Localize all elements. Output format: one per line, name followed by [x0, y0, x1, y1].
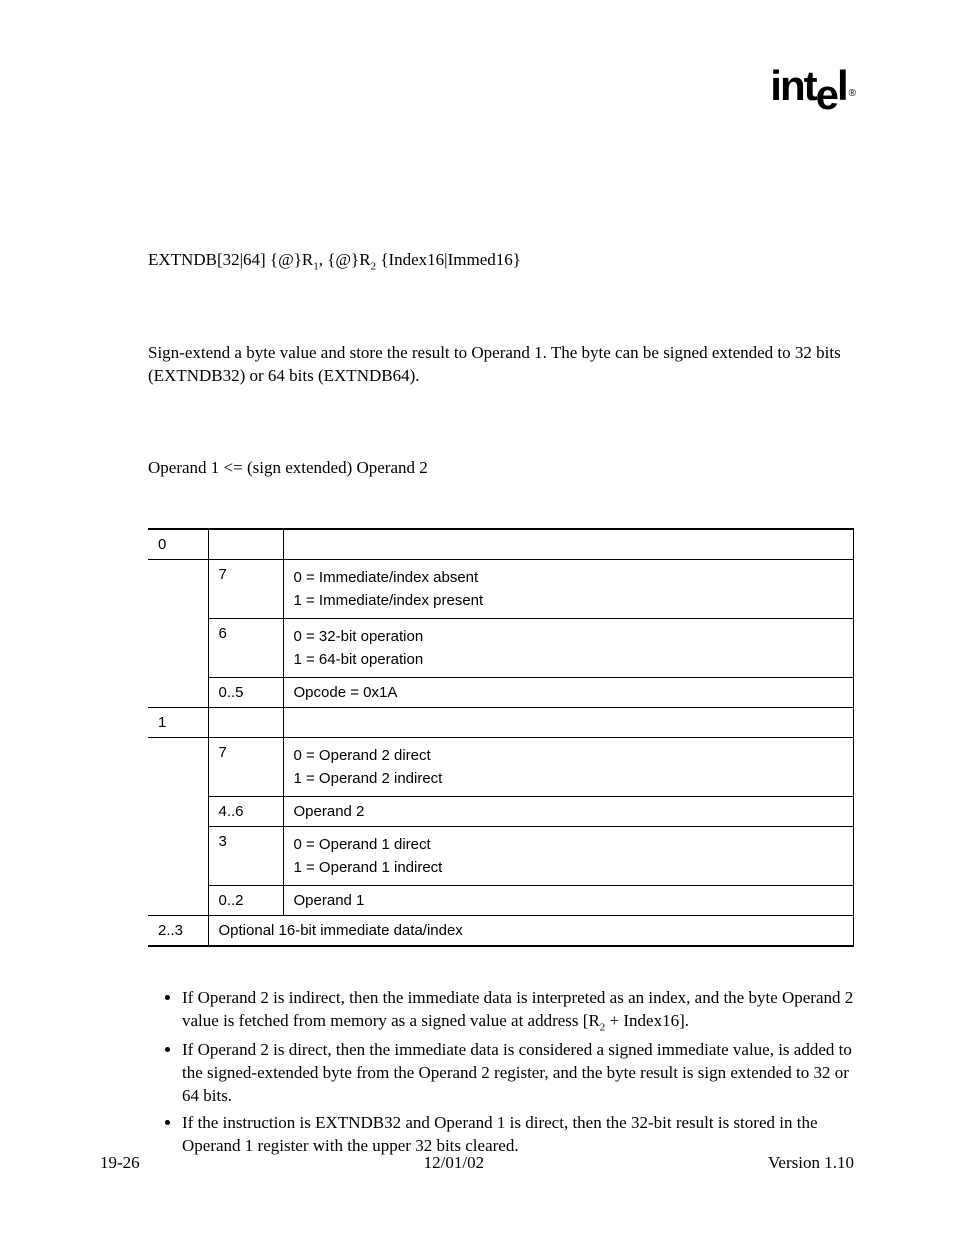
page-footer: 19-26 12/01/02 Version 1.10 [100, 1153, 854, 1173]
table-cell-byte [148, 619, 208, 678]
table-row: 3 0 = Operand 1 direct 1 = Operand 1 ind… [148, 827, 854, 886]
table-cell-line: 0 = Operand 2 direct [294, 744, 844, 767]
syntax-pre: EXTNDB[32|64] {@}R [148, 250, 313, 269]
footer-center: 12/01/02 [424, 1153, 484, 1173]
table-cell-bit: 0..2 [208, 886, 283, 916]
table-row: 0..2 Operand 1 [148, 886, 854, 916]
description-paragraph: Sign-extend a byte value and store the r… [148, 342, 854, 388]
table-cell-line: 1 = Immediate/index present [294, 589, 844, 612]
table-cell-bit: 7 [208, 560, 283, 619]
table-cell-bit: 6 [208, 619, 283, 678]
table-cell-bit [208, 529, 283, 560]
table-cell-byte [148, 886, 208, 916]
logo-reg: ® [849, 88, 856, 99]
table-cell-byte [148, 827, 208, 886]
table-cell-desc: 0 = Immediate/index absent 1 = Immediate… [283, 560, 854, 619]
table-cell-byte [148, 797, 208, 827]
table-cell-byte [148, 560, 208, 619]
table-cell-bit [208, 708, 283, 738]
table-cell-byte [148, 738, 208, 797]
table-cell-line: 1 = Operand 1 indirect [294, 856, 844, 879]
table-cell-bit: 3 [208, 827, 283, 886]
table-cell-desc: Opcode = 0x1A [283, 678, 854, 708]
notes-list: If Operand 2 is indirect, then the immed… [148, 987, 854, 1158]
table-cell-bit: 7 [208, 738, 283, 797]
syntax-line: EXTNDB[32|64] {@}R1, {@}R2 {Index16|Imme… [148, 250, 854, 272]
table-row: 1 [148, 708, 854, 738]
table-row: 6 0 = 32-bit operation 1 = 64-bit operat… [148, 619, 854, 678]
table-row: 7 0 = Operand 2 direct 1 = Operand 2 ind… [148, 738, 854, 797]
table-cell-desc: 0 = Operand 1 direct 1 = Operand 1 indir… [283, 827, 854, 886]
table-cell-line: 0 = Operand 1 direct [294, 833, 844, 856]
logo-text-drop: e [816, 71, 837, 118]
operation-line: Operand 1 <= (sign extended) Operand 2 [148, 458, 854, 478]
logo-text-int: int [770, 62, 815, 109]
encoding-table: 0 7 0 = Immediate/index absent 1 = Immed… [148, 528, 854, 947]
syntax-mid: , {@}R [319, 250, 371, 269]
table-cell-byte [148, 678, 208, 708]
footer-left: 19-26 [100, 1153, 140, 1173]
table-cell-desc [283, 529, 854, 560]
table-row: 7 0 = Immediate/index absent 1 = Immedia… [148, 560, 854, 619]
table-cell-byte: 1 [148, 708, 208, 738]
table-cell-desc: Operand 2 [283, 797, 854, 827]
note-text: + Index16]. [605, 1011, 689, 1030]
table-cell-desc: Operand 1 [283, 886, 854, 916]
table-row: 2..3 Optional 16-bit immediate data/inde… [148, 916, 854, 947]
table-cell-bit: 0..5 [208, 678, 283, 708]
table-cell-line: 0 = 32-bit operation [294, 625, 844, 648]
table-cell-desc: Optional 16-bit immediate data/index [208, 916, 854, 947]
table-cell-desc: 0 = Operand 2 direct 1 = Operand 2 indir… [283, 738, 854, 797]
list-item: If Operand 2 is direct, then the immedia… [182, 1039, 854, 1108]
note-text: If Operand 2 is indirect, then the immed… [182, 988, 853, 1030]
intel-logo: intel® [770, 62, 854, 110]
table-cell-desc [283, 708, 854, 738]
footer-right: Version 1.10 [768, 1153, 854, 1173]
table-cell-line: 1 = Operand 2 indirect [294, 767, 844, 790]
table-row: 0..5 Opcode = 0x1A [148, 678, 854, 708]
list-item: If Operand 2 is indirect, then the immed… [182, 987, 854, 1035]
logo-text-el: l [837, 62, 847, 109]
list-item: If the instruction is EXTNDB32 and Opera… [182, 1112, 854, 1158]
table-cell-desc: 0 = 32-bit operation 1 = 64-bit operatio… [283, 619, 854, 678]
table-cell-line: 1 = 64-bit operation [294, 648, 844, 671]
table-cell-byte: 0 [148, 529, 208, 560]
table-row: 0 [148, 529, 854, 560]
table-cell-byte: 2..3 [148, 916, 208, 947]
table-row: 4..6 Operand 2 [148, 797, 854, 827]
table-cell-line: 0 = Immediate/index absent [294, 566, 844, 589]
syntax-post: {Index16|Immed16} [376, 250, 521, 269]
page-content: EXTNDB[32|64] {@}R1, {@}R2 {Index16|Imme… [148, 250, 854, 1158]
table-cell-bit: 4..6 [208, 797, 283, 827]
